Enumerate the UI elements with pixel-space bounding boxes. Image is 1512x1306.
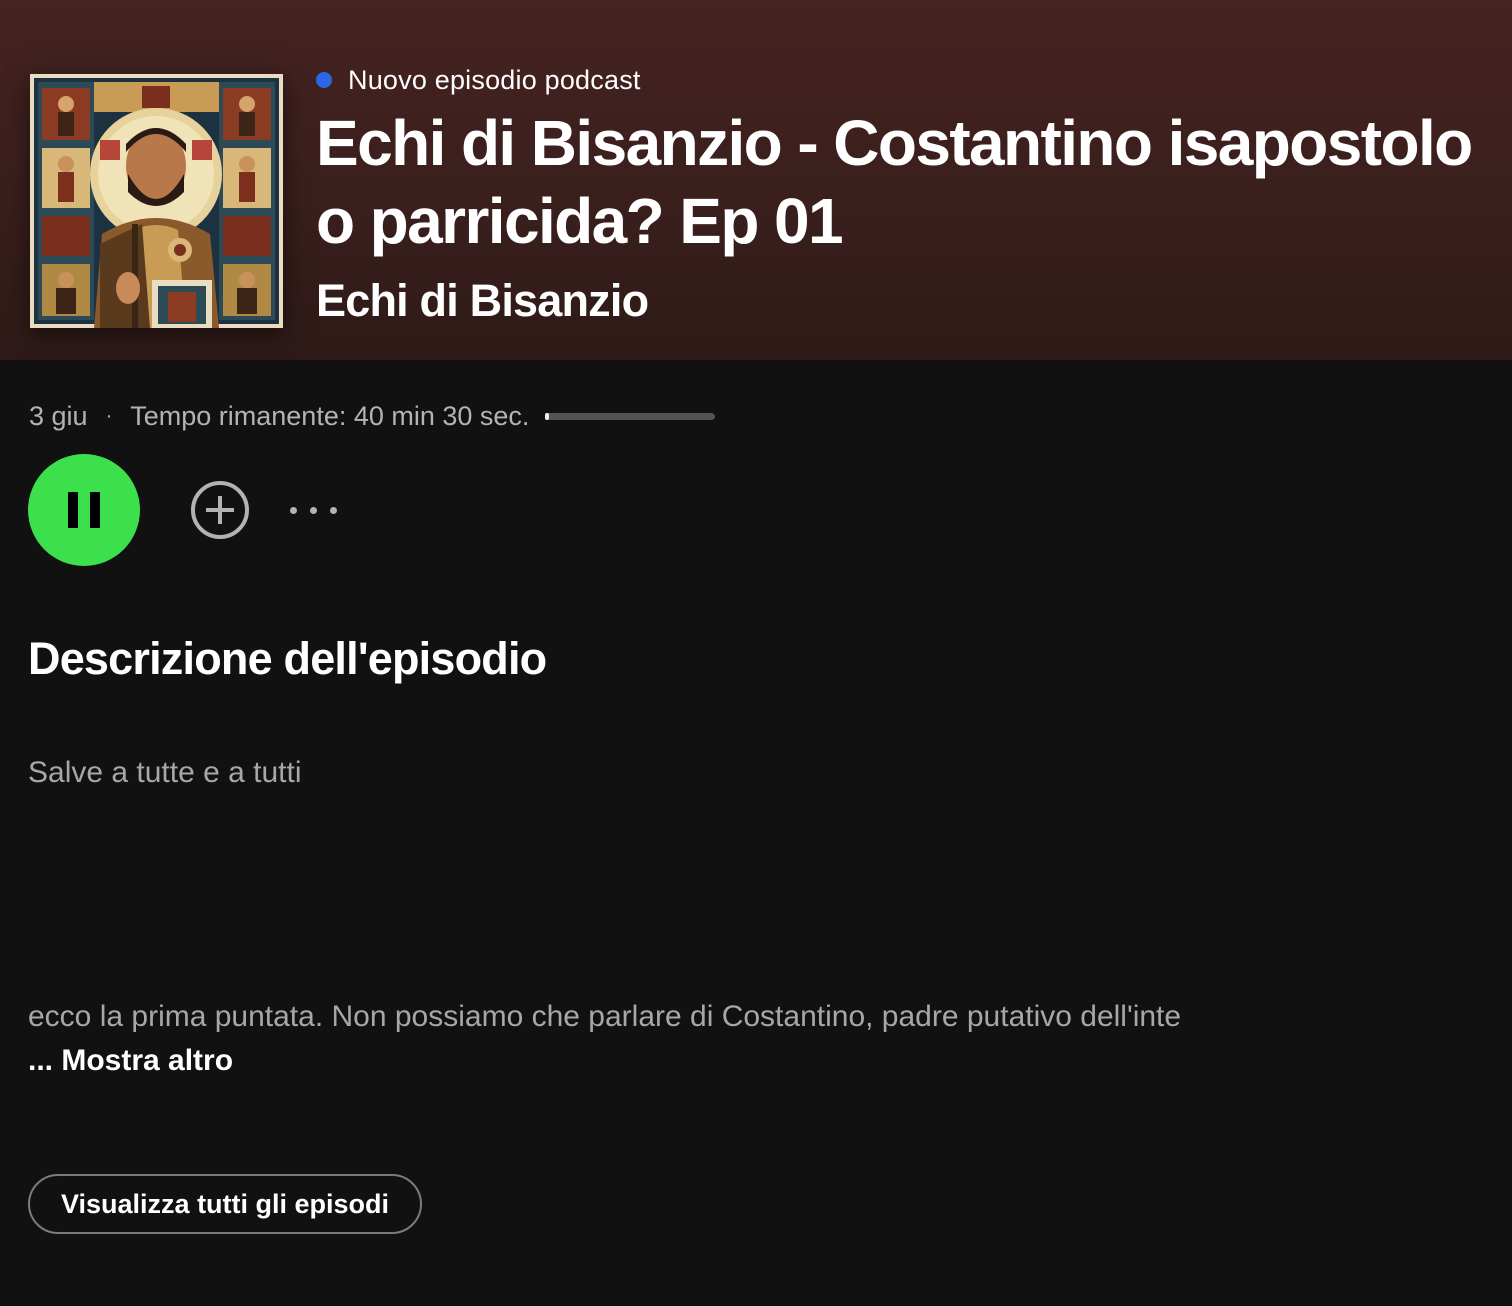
episode-controls <box>28 454 337 566</box>
meta-separator: · <box>105 404 113 427</box>
progress-fill <box>545 412 549 420</box>
progress-bar[interactable] <box>545 412 716 420</box>
description-line-2: ecco la prima puntata. Non possiamo che … <box>28 1000 1182 1033</box>
release-date: 3 giu <box>29 400 88 431</box>
all-episodes-button[interactable]: Visualizza tutti gli episodi <box>28 1174 423 1234</box>
show-name-link[interactable]: Echi di Bisanzio <box>316 272 649 330</box>
episode-header: Nuovo episodio podcast Echi di Bisanzio … <box>0 0 1512 360</box>
new-dot-icon <box>316 72 332 88</box>
show-more-link[interactable]: ... Mostra altro <box>28 1044 233 1078</box>
description-title: Descrizione dell'episodio <box>28 633 547 684</box>
episode-title: Echi di Bisanzio - Costantino isapostolo… <box>316 107 1473 257</box>
new-episode-tag: Nuovo episodio podcast <box>316 62 641 98</box>
more-options-icon[interactable] <box>290 506 337 514</box>
time-remaining: Tempo rimanente: 40 min 30 sec. <box>130 400 530 431</box>
byzantine-icon-artwork <box>30 74 283 328</box>
episode-cover-art <box>30 74 283 328</box>
pause-button[interactable] <box>28 454 140 566</box>
pause-icon <box>68 492 100 528</box>
episode-meta: 3 giu · Tempo rimanente: 40 min 30 sec. <box>29 398 716 434</box>
tag-label: Nuovo episodio podcast <box>348 64 641 95</box>
description-line-1: Salve a tutte e a tutti <box>28 756 302 789</box>
add-circle-icon[interactable] <box>190 480 250 540</box>
